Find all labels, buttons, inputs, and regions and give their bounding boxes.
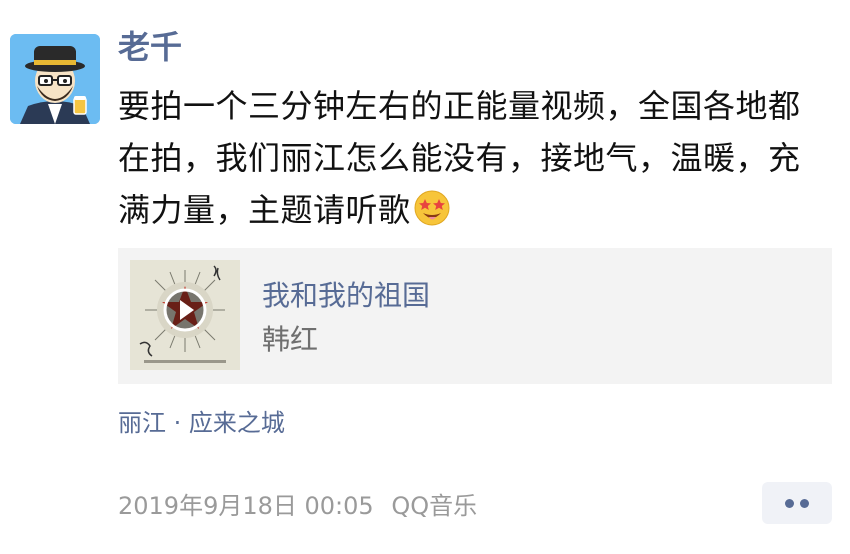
post-timestamp: 2019年9月18日 00:05 xyxy=(118,492,374,520)
song-title[interactable]: 我和我的祖国 xyxy=(262,278,430,314)
avatar[interactable] xyxy=(10,34,100,124)
song-artist: 韩红 xyxy=(262,323,319,356)
moments-post: 老千 要拍一个三分钟左右的正能量视频，全国各地都在拍，我们丽江怎么能没有，接地气… xyxy=(0,0,850,554)
cartoon-avatar-icon xyxy=(10,34,100,124)
post-content: 要拍一个三分钟左右的正能量视频，全国各地都在拍，我们丽江怎么能没有，接地气，温暖… xyxy=(118,80,818,236)
album-cover[interactable] xyxy=(130,260,240,370)
album-cover-red-star-play-icon xyxy=(130,260,240,370)
post-text: 要拍一个三分钟左右的正能量视频，全国各地都在拍，我们丽江怎么能没有，接地气，温暖… xyxy=(118,87,801,229)
post-source[interactable]: QQ音乐 xyxy=(391,492,477,520)
post-meta: 2019年9月18日 00:05 QQ音乐 xyxy=(118,490,487,522)
location-link[interactable]: 丽江 · 应来之城 xyxy=(118,407,285,439)
more-dots-icon xyxy=(785,499,794,508)
author-name[interactable]: 老千 xyxy=(118,26,182,68)
music-share-card[interactable]: 我和我的祖国 韩红 xyxy=(118,248,832,384)
star-struck-emoji-icon xyxy=(413,189,451,227)
more-options-button[interactable] xyxy=(762,482,832,524)
more-dots-icon xyxy=(800,499,809,508)
